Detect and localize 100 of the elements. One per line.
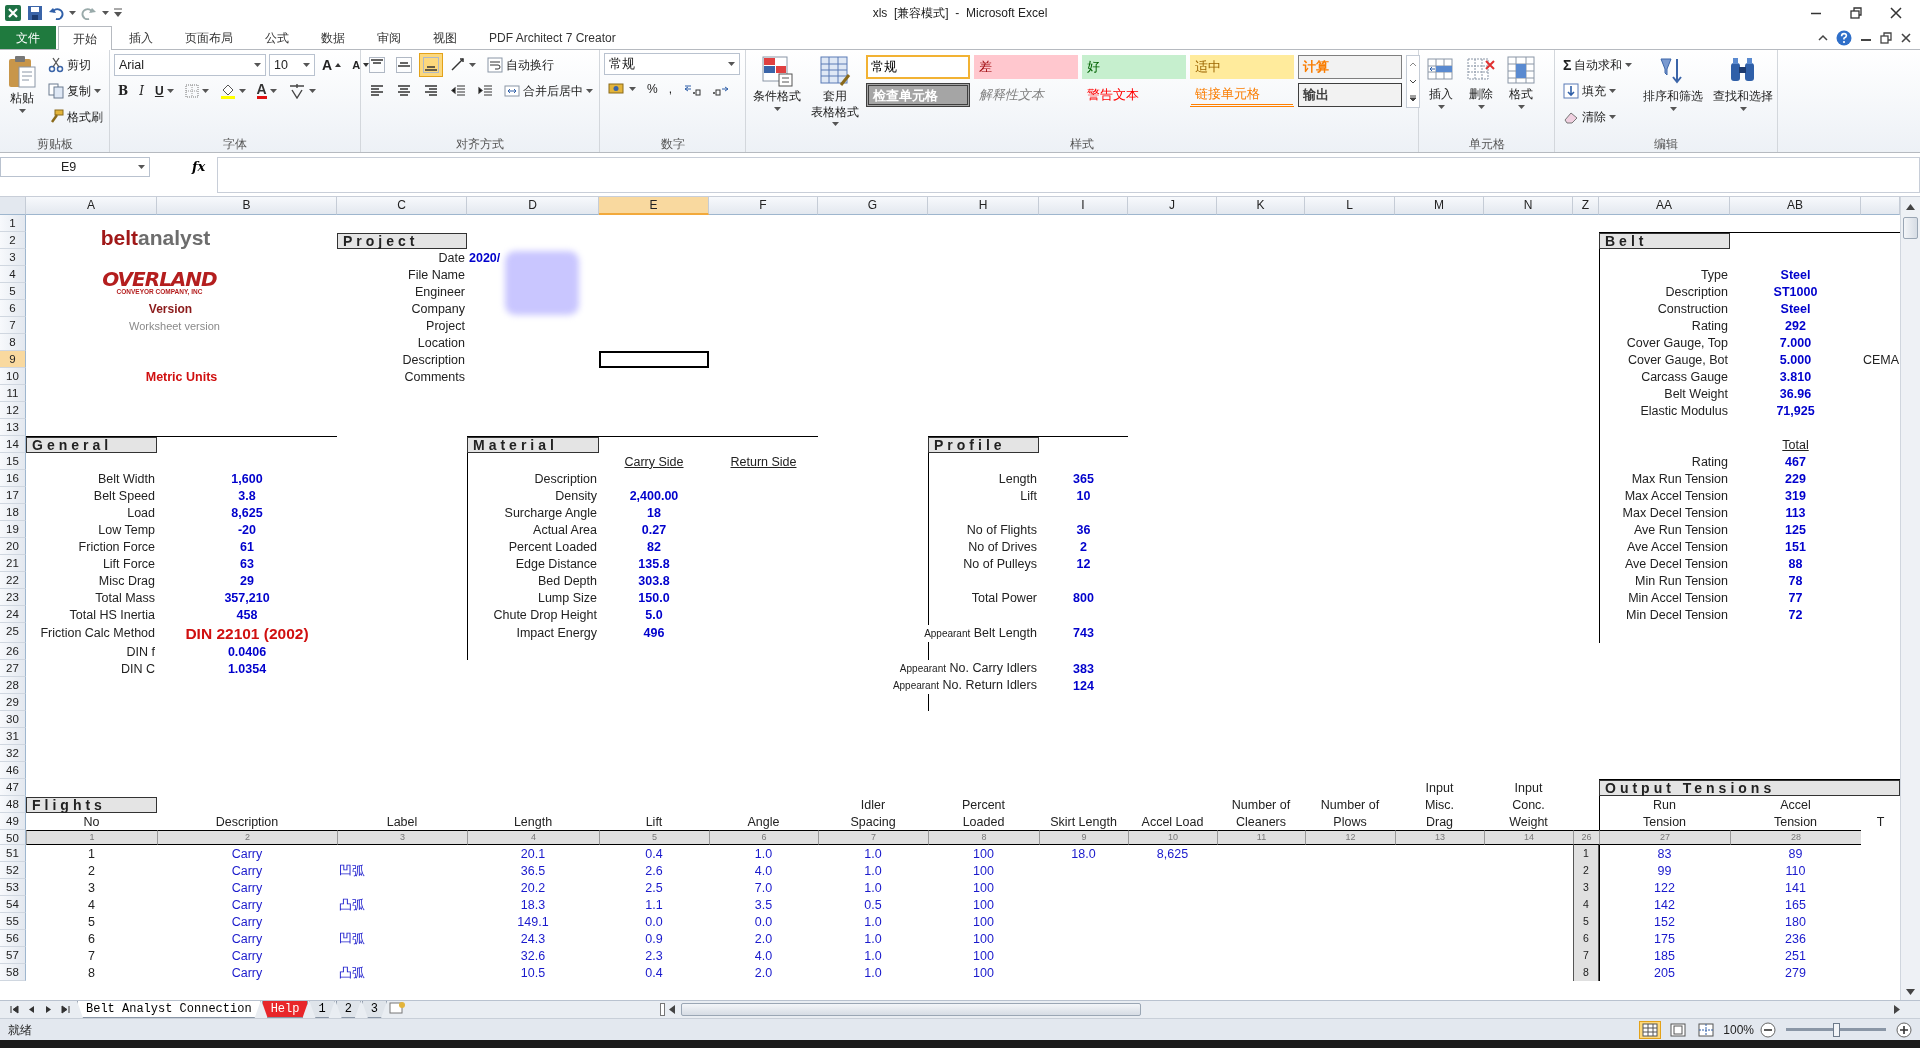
row-header[interactable]: 56 bbox=[0, 930, 26, 947]
row-header[interactable]: 27 bbox=[0, 660, 26, 677]
column-header[interactable]: A bbox=[26, 197, 157, 215]
column-header[interactable]: B bbox=[157, 197, 337, 215]
autosum-button[interactable]: Σ 自动求和 bbox=[1559, 53, 1637, 77]
undo-icon[interactable] bbox=[48, 6, 64, 20]
zoom-in-icon[interactable] bbox=[1896, 1021, 1912, 1038]
cell-style-option[interactable]: 适中 bbox=[1190, 55, 1294, 79]
row-header[interactable]: 21 bbox=[0, 555, 26, 572]
cell-style-option[interactable]: 差 bbox=[974, 55, 1078, 79]
row-header[interactable]: 49 bbox=[0, 813, 26, 830]
row-header[interactable]: 23 bbox=[0, 589, 26, 606]
comma-button[interactable]: , bbox=[664, 77, 676, 101]
italic-button[interactable]: I bbox=[135, 79, 148, 103]
ribbon-tab[interactable]: 页面布局 bbox=[170, 26, 248, 49]
row-header[interactable]: 18 bbox=[0, 504, 26, 521]
column-header[interactable]: G bbox=[818, 197, 928, 215]
cell-style-option[interactable]: 解释性文本 bbox=[974, 83, 1078, 107]
row-header[interactable]: 15 bbox=[0, 453, 26, 470]
conditional-formatting-button[interactable]: 条件格式 bbox=[750, 53, 804, 113]
row-header[interactable]: 46 bbox=[0, 762, 26, 779]
row-header[interactable]: 55 bbox=[0, 913, 26, 930]
wrap-text-button[interactable]: 自动换行 bbox=[483, 53, 558, 77]
zoom-out-icon[interactable] bbox=[1760, 1021, 1776, 1038]
ribbon-tab[interactable]: 文件 bbox=[0, 26, 56, 49]
row-header[interactable]: 1 bbox=[0, 215, 26, 232]
bold-button[interactable]: B bbox=[114, 79, 133, 103]
row-header[interactable]: 54 bbox=[0, 896, 26, 913]
row-header[interactable]: 58 bbox=[0, 964, 26, 981]
scrollbar-thumb[interactable] bbox=[1903, 217, 1918, 239]
cell-style-option[interactable]: 输出 bbox=[1298, 83, 1402, 107]
grow-font-button[interactable]: A bbox=[318, 53, 346, 77]
format-painter-button[interactable]: 格式刷 bbox=[44, 105, 107, 129]
column-header[interactable]: AA bbox=[1599, 197, 1730, 215]
row-header[interactable]: 29 bbox=[0, 694, 26, 711]
row-header[interactable]: 4 bbox=[0, 266, 26, 283]
number-format-field[interactable]: 常规 bbox=[604, 53, 740, 75]
next-sheet-button[interactable] bbox=[44, 1005, 53, 1014]
help-icon[interactable] bbox=[1836, 29, 1852, 46]
collapse-ribbon-icon[interactable] bbox=[1818, 34, 1828, 41]
sheet-tab[interactable]: 3 bbox=[361, 1001, 388, 1018]
sheet-tab[interactable]: 2 bbox=[335, 1001, 361, 1018]
row-header[interactable]: 2 bbox=[0, 232, 26, 249]
font-name-field[interactable]: Arial bbox=[114, 54, 266, 76]
row-header[interactable]: 51 bbox=[0, 845, 26, 862]
row-header[interactable]: 30 bbox=[0, 711, 26, 728]
ribbon-tab[interactable]: 公式 bbox=[250, 26, 304, 49]
row-header[interactable]: 6 bbox=[0, 300, 26, 317]
close-icon[interactable] bbox=[1900, 31, 1912, 44]
last-sheet-button[interactable] bbox=[61, 1005, 70, 1014]
column-header[interactable]: E bbox=[599, 197, 709, 215]
column-header[interactable]: Z bbox=[1573, 197, 1599, 215]
find-select-button[interactable]: 查找和选择 bbox=[1710, 53, 1777, 113]
ribbon-tab[interactable]: PDF Architect 7 Creator bbox=[474, 26, 631, 49]
row-header[interactable]: 8 bbox=[0, 334, 26, 351]
column-header[interactable]: F bbox=[709, 197, 818, 215]
format-as-table-button[interactable]: 套用 表格格式 bbox=[808, 53, 862, 129]
cut-button[interactable]: 剪切 bbox=[44, 53, 107, 77]
font-color-button[interactable]: A bbox=[252, 79, 281, 103]
scrollbar-thumb[interactable] bbox=[681, 1003, 1141, 1016]
row-header[interactable]: 53 bbox=[0, 879, 26, 896]
column-header[interactable]: AB bbox=[1730, 197, 1861, 215]
cell-style-option[interactable]: 好 bbox=[1082, 55, 1186, 79]
column-header[interactable]: C bbox=[337, 197, 467, 215]
first-sheet-button[interactable] bbox=[10, 1005, 19, 1014]
row-header[interactable]: 13 bbox=[0, 419, 26, 436]
row-header[interactable]: 31 bbox=[0, 728, 26, 745]
restore-icon[interactable] bbox=[1880, 31, 1892, 44]
column-header[interactable]: L bbox=[1305, 197, 1395, 215]
ribbon-tab[interactable]: 开始 bbox=[58, 26, 112, 50]
row-header[interactable]: 12 bbox=[0, 402, 26, 419]
column-header[interactable]: D bbox=[467, 197, 599, 215]
shrink-font-button[interactable]: A bbox=[348, 53, 374, 77]
font-size-field[interactable]: 10 bbox=[269, 54, 315, 76]
fill-button[interactable]: 填充 bbox=[1559, 79, 1637, 103]
row-header[interactable]: 14 bbox=[0, 436, 26, 453]
row-header[interactable]: 52 bbox=[0, 862, 26, 879]
delete-cells-button[interactable]: 删除 bbox=[1463, 53, 1499, 111]
row-header[interactable]: 7 bbox=[0, 317, 26, 334]
scroll-left-button[interactable] bbox=[669, 1005, 675, 1014]
split-handle-icon[interactable] bbox=[660, 1003, 665, 1016]
merge-center-button[interactable]: 合并后居中 bbox=[500, 79, 597, 103]
customize-icon[interactable] bbox=[114, 8, 122, 18]
row-header[interactable]: 19 bbox=[0, 521, 26, 538]
row-header[interactable]: 10 bbox=[0, 368, 26, 385]
row-header[interactable]: 32 bbox=[0, 745, 26, 762]
row-header[interactable]: 25 bbox=[0, 623, 26, 643]
column-header[interactable]: M bbox=[1395, 197, 1484, 215]
ribbon-tab[interactable]: 数据 bbox=[306, 26, 360, 49]
row-header[interactable]: 50 bbox=[0, 830, 26, 845]
column-header[interactable]: J bbox=[1128, 197, 1217, 215]
underline-button[interactable]: U bbox=[150, 79, 178, 103]
clear-button[interactable]: 清除 bbox=[1559, 105, 1637, 129]
insert-function-button[interactable]: fx bbox=[186, 157, 212, 177]
cell-style-option[interactable]: 常规 bbox=[866, 55, 970, 79]
row-header[interactable]: 22 bbox=[0, 572, 26, 589]
formula-input-field[interactable] bbox=[217, 157, 1920, 193]
column-header[interactable]: H bbox=[928, 197, 1039, 215]
scroll-right-button[interactable] bbox=[1894, 1005, 1900, 1014]
sheet-tab[interactable]: 1 bbox=[309, 1001, 335, 1018]
